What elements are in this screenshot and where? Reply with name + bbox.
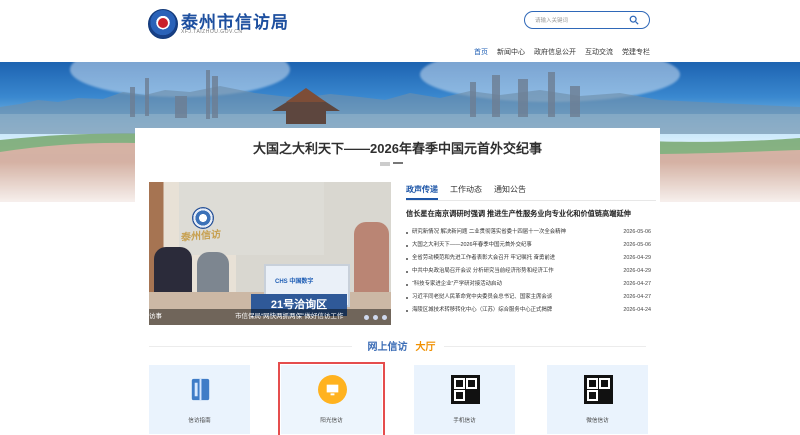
news-row[interactable]: 海陵区城技术转移转化中心（江苏）综合服务中心正式揭牌 2026-04-24 bbox=[406, 304, 651, 317]
mobile-petition-card[interactable]: 手机信访 bbox=[414, 365, 515, 434]
service-cards: 信访指南 阳光信访 手机信访 微信信访 bbox=[149, 362, 649, 435]
news-date: 2026-05-06 bbox=[623, 229, 651, 235]
carousel-dot[interactable] bbox=[364, 315, 369, 320]
monitor-text: CHS 中国数字 bbox=[275, 279, 314, 285]
online-petition-hall-title: 网上信访 大厅 bbox=[135, 338, 660, 353]
photo-caption[interactable]: 访事 市信保局“网快两抓两保”做好信访工作 bbox=[149, 309, 391, 325]
news-title[interactable]: 中共中央政治局召开会议 分析研究当前经济形势和经济工作 bbox=[412, 265, 592, 278]
news-title[interactable]: 大国之大利天下——2026年春季中国元首外交纪事 bbox=[412, 239, 592, 252]
qr-code-icon bbox=[584, 375, 613, 404]
card-label: 阳光信访 bbox=[320, 418, 343, 424]
search-icon[interactable] bbox=[629, 15, 639, 25]
news-date: 2026-04-29 bbox=[623, 255, 651, 261]
news-row[interactable]: “科技专家进企业”产学研对接活动启动 2026-04-27 bbox=[406, 278, 651, 291]
photo-caption-left: 访事 bbox=[149, 313, 162, 320]
tab-policy-news[interactable]: 政声传递 bbox=[406, 184, 438, 200]
news-title[interactable]: 习近平同老挝人民革命党中央委员会总书记、国家主席会谈 bbox=[412, 291, 592, 304]
site-header: 泰州市信访局 XFJ.TAIZHOU.GOV.CN 请输入关键词 首页 新闻中心… bbox=[0, 0, 800, 64]
carousel-dot[interactable] bbox=[373, 315, 378, 320]
news-row[interactable]: 中共中央政治局召开会议 分析研究当前经济形势和经济工作 2026-04-29 bbox=[406, 265, 651, 278]
news-date: 2026-04-24 bbox=[623, 307, 651, 313]
news-date: 2026-04-27 bbox=[623, 294, 651, 300]
nav-news-center[interactable]: 新闻中心 bbox=[497, 47, 525, 62]
person-image bbox=[197, 252, 229, 297]
computer-icon-glyph bbox=[326, 384, 339, 396]
guide-card[interactable]: 信访指南 bbox=[149, 365, 250, 434]
section-title-orange: 大厅 bbox=[415, 342, 436, 353]
section-title-blue: 网上信访 bbox=[359, 342, 416, 353]
news-row[interactable]: 全省劳动模范和先进工作者表彰大会召开 牢记嘱托 奋勇前进 2026-04-29 bbox=[406, 252, 651, 265]
news-row[interactable]: 大国之大利天下——2026年春季中国元首外交纪事 2026-05-06 bbox=[406, 239, 651, 252]
news-title[interactable]: 海陵区城技术转移转化中心（江苏）综合服务中心正式揭牌 bbox=[412, 304, 592, 317]
news-photo[interactable]: 泰州信访 CHS 中国数字 21号洽询区 bbox=[149, 182, 391, 325]
news-title[interactable]: 全省劳动模范和先进工作者表彰大会召开 牢记嘱托 奋勇前进 bbox=[412, 252, 592, 265]
main-content: 大国之大利天下——2026年春季中国元首外交纪事 泰州信访 CHS 中国数字 2… bbox=[135, 128, 660, 435]
photo-caption-right: 市信保局“网快两抓两保”做好信访工作 bbox=[235, 313, 344, 320]
news-title[interactable]: 研究新情况 解决新问题 二业贯彻落实省委十四届十一次全会精神 bbox=[412, 226, 592, 239]
qr-code-icon bbox=[451, 375, 480, 404]
news-tabs: 政声传递 工作动态 通知公告 bbox=[406, 184, 526, 200]
headline-divider bbox=[380, 162, 416, 166]
person-image bbox=[154, 247, 192, 297]
site-url: XFJ.TAIZHOU.GOV.CN bbox=[181, 29, 243, 35]
sunshine-petition-card[interactable]: 阳光信访 bbox=[278, 362, 385, 435]
card-label: 手机信访 bbox=[453, 418, 476, 424]
nav-party-building[interactable]: 党建专栏 bbox=[622, 47, 650, 62]
news-date: 2026-04-29 bbox=[623, 268, 651, 274]
nav-interaction[interactable]: 互动交流 bbox=[585, 47, 613, 62]
site-logo[interactable] bbox=[148, 9, 178, 39]
headline[interactable]: 大国之大利天下——2026年春季中国元首外交纪事 bbox=[135, 138, 660, 157]
news-row[interactable]: 研究新情况 解决新问题 二业贯彻落实省委十四届十一次全会精神 2026-05-06 bbox=[406, 226, 651, 239]
nav-gov-info[interactable]: 政府信息公开 bbox=[534, 47, 576, 62]
tab-underline bbox=[406, 200, 656, 201]
tab-work-news[interactable]: 工作动态 bbox=[450, 184, 482, 200]
lead-news[interactable]: 信长星在南京调研时强调 推进生产性服务业向专业化和价值链高端延伸 bbox=[406, 209, 652, 219]
news-list: 研究新情况 解决新问题 二业贯彻落实省委十四届十一次全会精神 2026-05-06… bbox=[406, 226, 651, 317]
card-label: 信访指南 bbox=[188, 418, 211, 424]
news-date: 2026-04-27 bbox=[623, 281, 651, 287]
carousel-dot[interactable] bbox=[382, 315, 387, 320]
wechat-petition-card[interactable]: 微信信访 bbox=[547, 365, 648, 434]
person-image bbox=[354, 222, 389, 294]
news-title[interactable]: “科技专家进企业”产学研对接活动启动 bbox=[412, 278, 592, 291]
news-date: 2026-05-06 bbox=[623, 242, 651, 248]
search-placeholder: 请输入关键词 bbox=[535, 18, 569, 24]
tab-notices[interactable]: 通知公告 bbox=[494, 184, 526, 200]
card-label: 微信信访 bbox=[586, 418, 609, 424]
search-box[interactable]: 请输入关键词 bbox=[524, 11, 650, 29]
news-row[interactable]: 习近平同老挝人民革命党中央委员会总书记、国家主席会谈 2026-04-27 bbox=[406, 291, 651, 304]
book-icon bbox=[191, 378, 210, 401]
